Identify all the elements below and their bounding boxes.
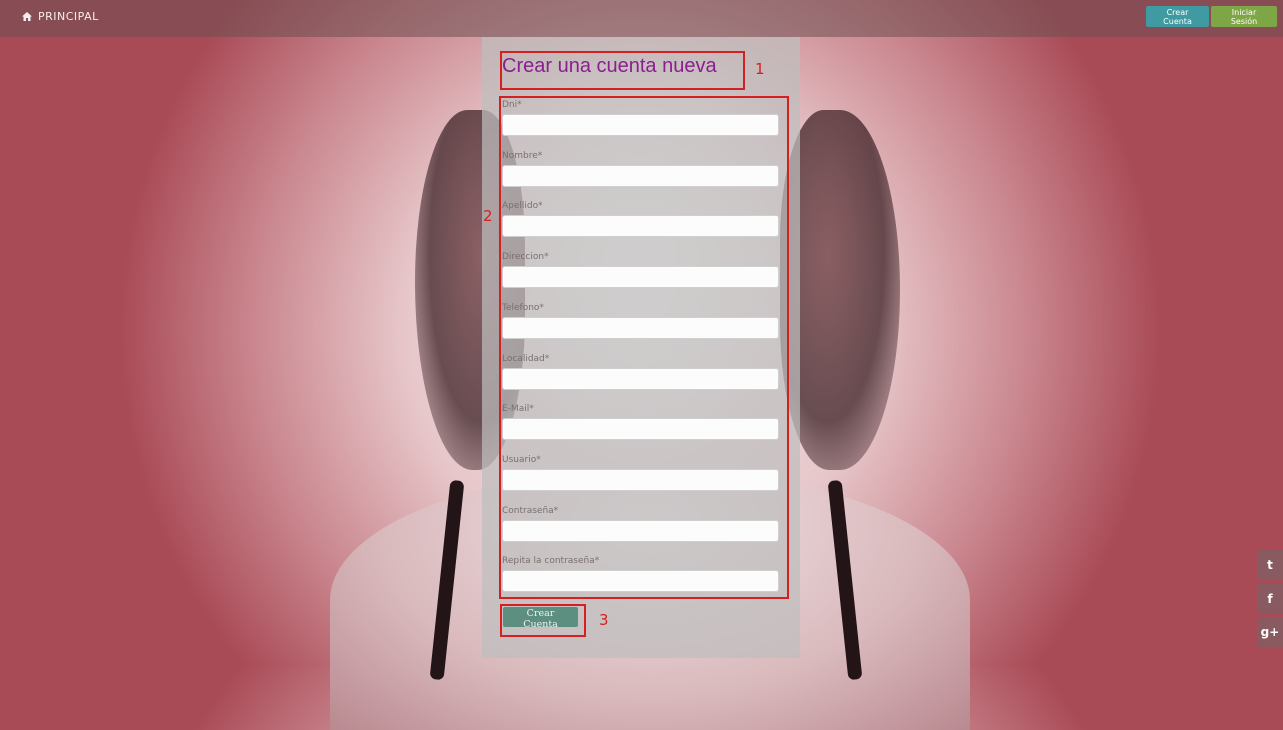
google-plus-icon[interactable]: g+ — [1257, 617, 1283, 647]
home-icon — [22, 12, 32, 21]
annotation-number-1: 1 — [755, 60, 765, 78]
annotation-box-title — [500, 51, 745, 90]
facebook-icon[interactable]: f — [1257, 584, 1283, 614]
create-account-nav-button[interactable]: Crear Cuenta — [1146, 6, 1209, 27]
top-navbar — [0, 0, 1283, 37]
annotation-box-submit — [500, 604, 586, 637]
home-link[interactable]: PRINCIPAL — [22, 10, 99, 23]
annotation-number-2: 2 — [483, 207, 493, 225]
brand-label: PRINCIPAL — [38, 10, 99, 23]
login-nav-button[interactable]: Iniciar Sesión — [1211, 6, 1277, 27]
annotation-number-3: 3 — [599, 611, 609, 629]
annotation-box-fields — [499, 96, 789, 599]
twitter-icon[interactable]: t — [1257, 550, 1283, 580]
